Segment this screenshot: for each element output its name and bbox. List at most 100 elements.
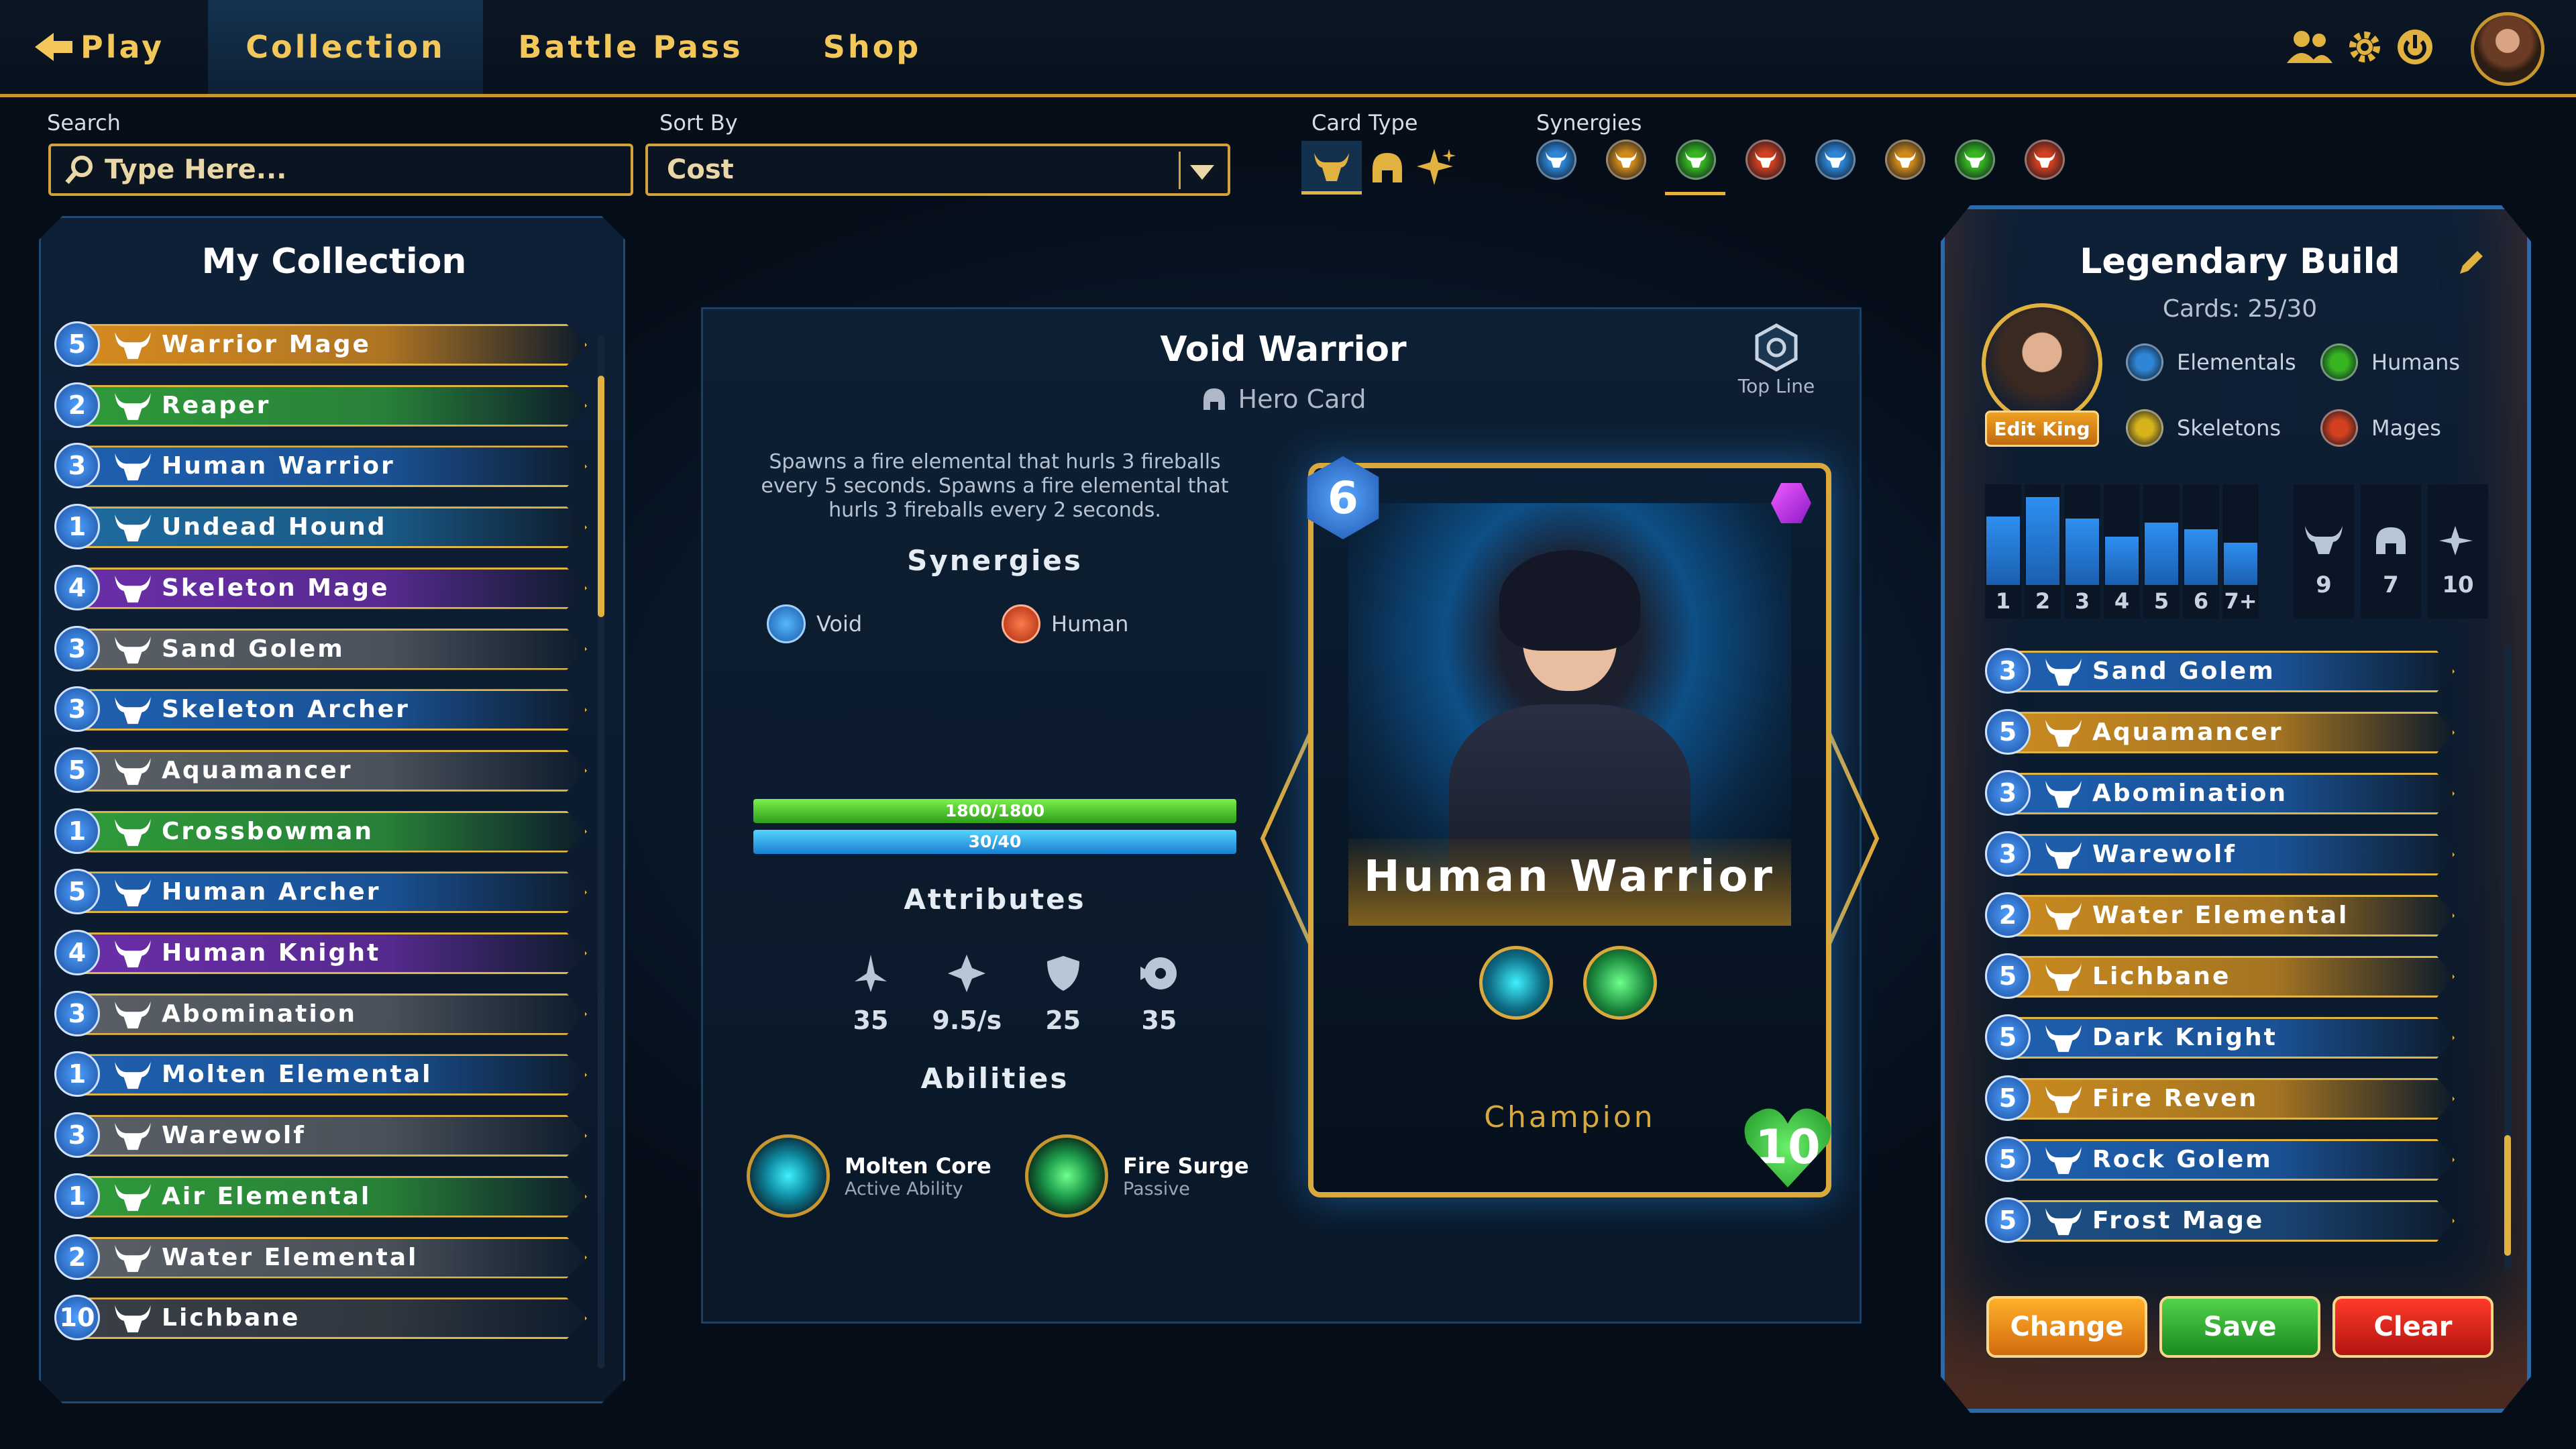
build-card-row[interactable]: 5 Dark Knight xyxy=(1985,1012,2481,1063)
top-line-badge[interactable]: Top Line xyxy=(1729,323,1823,397)
card-type-creature-button[interactable] xyxy=(1301,141,1362,195)
synergy-filter-8[interactable] xyxy=(2025,140,2065,180)
cost-gem: 1 xyxy=(54,1051,100,1097)
synergy-filter-2[interactable] xyxy=(1606,140,1646,180)
collection-row[interactable]: 1 Air Elemental xyxy=(54,1171,614,1222)
range-icon xyxy=(1140,957,1177,989)
power-icon[interactable] xyxy=(2395,27,2435,67)
cost-gem: 4 xyxy=(54,930,100,975)
cost-curve-label: 3 xyxy=(2074,588,2090,614)
collection-row[interactable]: 1 Crossbowman xyxy=(54,806,614,857)
helmet-icon[interactable] xyxy=(1368,149,1406,186)
search-input[interactable]: Type Here... xyxy=(48,144,633,196)
cost-gem: 3 xyxy=(54,443,100,489)
type-count-bull: 9 xyxy=(2294,484,2354,619)
sparkle-icon[interactable] xyxy=(1415,146,1457,188)
synergy-label: Mages xyxy=(2371,415,2441,441)
hero-card[interactable]: Human Warrior Champion 6 10 xyxy=(1260,456,1880,1197)
synergy-filter-5[interactable] xyxy=(1815,140,1856,180)
synergy-filter-active-indicator xyxy=(1665,192,1725,195)
top-line-label: Top Line xyxy=(1737,375,1815,397)
molten-core-type: Active Ability xyxy=(845,1178,963,1199)
card-name: Human Warrior xyxy=(1364,852,1776,902)
build-card-row[interactable]: 3 Warewolf xyxy=(1985,828,2481,879)
card-name: Warewolf xyxy=(162,1122,306,1150)
sort-dropdown[interactable]: Cost xyxy=(645,144,1230,196)
synergy-filter-7[interactable] xyxy=(1955,140,1995,180)
build-scrollbar[interactable] xyxy=(2504,645,2511,1269)
edit-pencil-icon[interactable] xyxy=(2455,247,2487,279)
fire-surge-icon xyxy=(1025,1134,1108,1218)
collection-scroll-thumb[interactable] xyxy=(598,376,604,617)
build-card-row[interactable]: 5 Frost Mage xyxy=(1985,1195,2481,1246)
cost-gem: 3 xyxy=(54,1112,100,1159)
tab-battle-pass[interactable]: Battle Pass xyxy=(496,0,765,94)
build-synergy-elementals: Elementals xyxy=(2126,343,2296,381)
build-title: Legendary Build xyxy=(2080,241,2400,282)
save-button[interactable]: Save xyxy=(2159,1296,2320,1358)
build-card-row[interactable]: 3 Abomination xyxy=(1985,767,2481,818)
collection-row[interactable]: 4 Human Knight xyxy=(54,927,614,978)
synergy-filter-1[interactable] xyxy=(1536,140,1576,180)
collection-row[interactable]: 3 Abomination xyxy=(54,988,614,1039)
bull-icon xyxy=(115,940,151,968)
collection-row[interactable]: 3 Human Warrior xyxy=(54,440,614,491)
bull-icon xyxy=(1964,152,1986,168)
clear-button[interactable]: Clear xyxy=(2332,1296,2493,1358)
human-synergy-icon xyxy=(1002,604,1040,643)
ability-molten-core[interactable]: Molten Core Active Ability xyxy=(747,1134,991,1218)
change-button[interactable]: Change xyxy=(1986,1296,2147,1358)
card-ability-2-icon xyxy=(1583,946,1657,1020)
build-card-row[interactable]: 5 Fire Reven xyxy=(1985,1073,2481,1124)
player-avatar[interactable] xyxy=(2471,12,2544,86)
detail-description: Spawns a fire elemental that hurls 3 fir… xyxy=(761,450,1229,522)
friends-icon[interactable] xyxy=(2284,28,2334,66)
collection-row[interactable]: 1 Undead Hound xyxy=(54,501,614,552)
chevron-down-icon xyxy=(1190,165,1214,180)
tab-shop-label: Shop xyxy=(822,29,922,65)
bull-icon xyxy=(115,697,151,724)
tab-collection[interactable]: Collection xyxy=(208,0,483,94)
card-name: Abomination xyxy=(162,1000,358,1028)
build-card-row[interactable]: 5 Lichbane xyxy=(1985,951,2481,1002)
card-name: Human Warrior xyxy=(162,452,395,480)
bull-icon xyxy=(2045,719,2082,747)
mana-text: 30/40 xyxy=(968,832,1022,851)
collection-row[interactable]: 3 Skeleton Archer xyxy=(54,684,614,735)
build-card-row[interactable]: 3 Sand Golem xyxy=(1985,645,2481,696)
synergy-icon xyxy=(2126,409,2163,447)
synergy-filter-3[interactable] xyxy=(1676,140,1716,180)
card-name: Water Elemental xyxy=(162,1243,419,1271)
collection-row[interactable]: 2 Water Elemental xyxy=(54,1232,614,1283)
gear-icon[interactable] xyxy=(2345,27,2385,67)
collection-row[interactable]: 4 Skeleton Mage xyxy=(54,562,614,613)
collection-row[interactable]: 1 Molten Elemental xyxy=(54,1049,614,1099)
bull-icon xyxy=(115,879,151,907)
collection-row[interactable]: 3 Sand Golem xyxy=(54,623,614,674)
cost-gem: 3 xyxy=(1985,831,2031,877)
synergy-filter-6[interactable] xyxy=(1885,140,1925,180)
build-card-row[interactable]: 2 Water Elemental xyxy=(1985,890,2481,941)
build-card-row[interactable]: 5 Aquamancer xyxy=(1985,706,2481,757)
back-play-button[interactable]: Play xyxy=(34,0,188,94)
cost-gem: 5 xyxy=(1985,1136,2031,1182)
collection-row[interactable]: 3 Warewolf xyxy=(54,1110,614,1161)
synergy-filter-4[interactable] xyxy=(1746,140,1786,180)
bull-icon xyxy=(2045,1146,2082,1175)
bull-icon xyxy=(115,331,151,360)
cost-curve-column: 6 xyxy=(2183,484,2219,619)
edit-king-button[interactable]: Edit King xyxy=(1985,411,2099,447)
collection-row[interactable]: 10 Lichbane xyxy=(54,1292,614,1343)
collection-row[interactable]: 2 Reaper xyxy=(54,380,614,431)
collection-scrollbar[interactable] xyxy=(598,335,604,1368)
card-name: Warewolf xyxy=(2092,841,2237,868)
collection-row[interactable]: 5 Warrior Mage xyxy=(54,319,614,370)
build-scroll-thumb[interactable] xyxy=(2504,1135,2511,1256)
cost-gem: 10 xyxy=(54,1295,100,1341)
build-card-row[interactable]: 5 Rock Golem xyxy=(1985,1134,2481,1185)
ability-fire-surge[interactable]: Fire Surge Passive xyxy=(1025,1134,1249,1218)
collection-row[interactable]: 5 Human Archer xyxy=(54,866,614,917)
tab-shop[interactable]: Shop xyxy=(778,0,966,94)
collection-row[interactable]: 5 Aquamancer xyxy=(54,745,614,796)
attribute-armor: 25 xyxy=(1023,953,1104,1035)
